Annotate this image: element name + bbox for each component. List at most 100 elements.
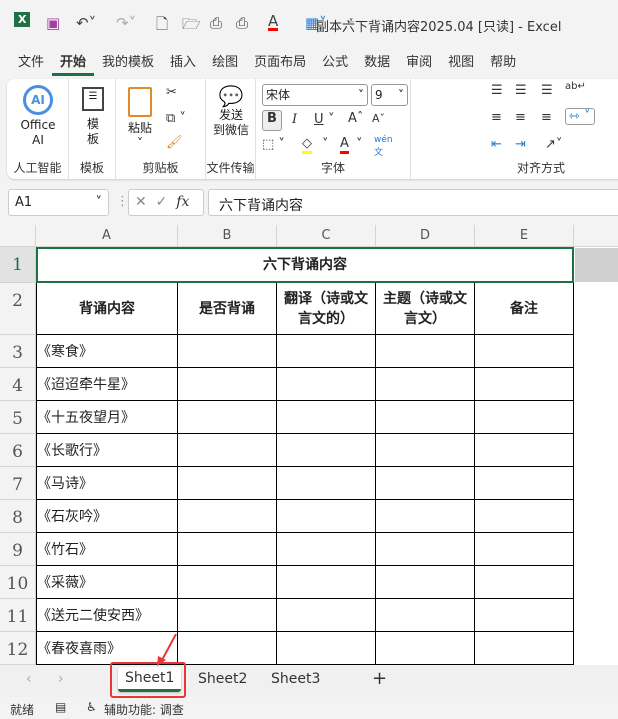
tab-file[interactable]: 文件	[10, 52, 52, 76]
row-header-4[interactable]: 4	[0, 368, 36, 401]
font-name-select[interactable]: 宋体 ˅	[262, 84, 368, 106]
tab-view[interactable]: 视图	[440, 52, 482, 76]
header-cell[interactable]: 翻译（诗或文言文的）	[277, 283, 376, 335]
empty-cell[interactable]	[178, 533, 277, 566]
item-cell[interactable]: 《送元二使安西》	[36, 599, 178, 632]
row-header-3[interactable]: 3	[0, 335, 36, 368]
empty-cell[interactable]	[376, 401, 475, 434]
italic-button[interactable]: I	[292, 112, 297, 127]
empty-cell[interactable]	[277, 401, 376, 434]
row-header-11[interactable]: 11	[0, 599, 36, 632]
sheet-tab-sheet2[interactable]: Sheet2	[198, 671, 247, 687]
font-color-icon[interactable]: A	[268, 14, 279, 31]
empty-cell[interactable]	[475, 599, 574, 632]
office-ai-button[interactable]: AI Office AI	[13, 85, 63, 148]
merge-center-icon[interactable]: ⇿ ˅	[565, 108, 595, 125]
empty-cell[interactable]	[475, 566, 574, 599]
item-cell[interactable]: 《十五夜望月》	[36, 401, 178, 434]
row-header-1[interactable]: 1	[0, 247, 36, 283]
tab-page-layout[interactable]: 页面布局	[246, 52, 314, 76]
underline-button[interactable]: U	[314, 112, 324, 127]
prev-sheet-icon[interactable]: ‹	[26, 671, 32, 687]
empty-cell[interactable]	[277, 566, 376, 599]
open-folder-icon[interactable]: 🗁	[182, 14, 201, 39]
template-button[interactable]: ☰ 模板	[75, 87, 111, 147]
tab-formulas[interactable]: 公式	[314, 52, 356, 76]
row-header-8[interactable]: 8	[0, 500, 36, 533]
copy-icon[interactable]: ⧉ ˅	[166, 111, 186, 126]
paste-button[interactable]: 粘贴 ˅	[122, 87, 158, 151]
header-cell[interactable]: 背诵内容	[36, 283, 178, 335]
enter-icon[interactable]: ✓	[156, 194, 168, 210]
empty-cell[interactable]	[376, 467, 475, 500]
align-top-icon[interactable]: ☰	[491, 83, 503, 98]
bold-button[interactable]: B	[262, 110, 282, 131]
empty-cell[interactable]	[178, 566, 277, 599]
name-box[interactable]: A1 ˅	[8, 189, 109, 216]
redo-icon[interactable]: ↷˅	[116, 14, 136, 32]
row-header-12[interactable]: 12	[0, 632, 36, 665]
column-header-B[interactable]: B	[178, 225, 277, 247]
select-all-button[interactable]	[0, 225, 36, 247]
column-header-E[interactable]: E	[475, 225, 574, 247]
column-header-A[interactable]: A	[36, 225, 178, 247]
empty-cell[interactable]	[376, 500, 475, 533]
phonetic-icon[interactable]: wén 文	[374, 135, 393, 158]
empty-cell[interactable]	[178, 467, 277, 500]
save-icon[interactable]: ▣	[46, 14, 60, 32]
increase-indent-icon[interactable]: ⇥	[515, 137, 526, 152]
tab-home[interactable]: 开始	[52, 52, 95, 76]
row-header-6[interactable]: 6	[0, 434, 36, 467]
increase-font-icon[interactable]: Aˆ	[348, 111, 363, 126]
tab-draw[interactable]: 绘图	[204, 52, 246, 76]
empty-cell[interactable]	[277, 500, 376, 533]
tab-my-templates[interactable]: 我的模板	[94, 52, 162, 76]
item-cell[interactable]: 《马诗》	[36, 467, 178, 500]
empty-cell[interactable]	[178, 599, 277, 632]
empty-cell[interactable]	[376, 632, 475, 665]
send-to-wechat-button[interactable]: 💬 发送 到微信	[208, 86, 254, 138]
row-header-2[interactable]: 2	[0, 283, 36, 335]
empty-cell[interactable]	[277, 599, 376, 632]
empty-cell[interactable]	[475, 467, 574, 500]
tab-data[interactable]: 数据	[356, 52, 398, 76]
tab-insert[interactable]: 插入	[162, 52, 204, 76]
title-cell[interactable]: 六下背诵内容	[36, 247, 574, 283]
empty-cell[interactable]	[376, 533, 475, 566]
header-cell[interactable]: 是否背诵	[178, 283, 277, 335]
print-icon[interactable]: ⎙	[236, 14, 248, 32]
item-cell[interactable]: 《竹石》	[36, 533, 178, 566]
item-cell[interactable]: 《长歌行》	[36, 434, 178, 467]
align-middle-icon[interactable]: ☰	[515, 83, 527, 98]
sheet-tab-sheet1[interactable]: Sheet1	[118, 667, 182, 692]
item-cell[interactable]: 《石灰吟》	[36, 500, 178, 533]
tab-review[interactable]: 审阅	[398, 52, 440, 76]
decrease-font-icon[interactable]: Aˇ	[372, 112, 385, 125]
borders-icon[interactable]: ⬚ ˅	[262, 137, 285, 152]
insert-function-button[interactable]: fx	[176, 194, 189, 210]
wrap-text-icon[interactable]: ab↵	[565, 81, 586, 92]
align-right-icon[interactable]: ≡	[541, 110, 552, 125]
align-left-icon[interactable]: ≡	[491, 110, 502, 125]
empty-cell[interactable]	[178, 500, 277, 533]
row-header-7[interactable]: 7	[0, 467, 36, 500]
empty-cell[interactable]	[178, 401, 277, 434]
chevron-down-icon[interactable]: ˅	[322, 137, 329, 152]
empty-cell[interactable]	[277, 434, 376, 467]
chevron-down-icon[interactable]: ˅	[96, 195, 103, 210]
empty-cell[interactable]	[277, 632, 376, 665]
item-cell[interactable]: 《采薇》	[36, 566, 178, 599]
empty-cell[interactable]	[475, 335, 574, 368]
align-center-icon[interactable]: ≡	[515, 110, 526, 125]
row-header-5[interactable]: 5	[0, 401, 36, 434]
empty-cell[interactable]	[376, 368, 475, 401]
accessibility-status[interactable]: 辅助功能: 调查	[104, 701, 184, 718]
column-header-D[interactable]: D	[376, 225, 475, 247]
undo-icon[interactable]: ↶˅	[76, 14, 96, 32]
cut-icon[interactable]: ✂	[166, 85, 177, 100]
fill-color-icon[interactable]: ◇	[302, 137, 312, 154]
format-painter-icon[interactable]: 🖌	[166, 135, 183, 150]
font-color-icon[interactable]: A	[340, 137, 349, 154]
new-file-icon[interactable]: 🗋	[156, 14, 168, 39]
macro-record-icon[interactable]: ▤	[55, 700, 66, 714]
